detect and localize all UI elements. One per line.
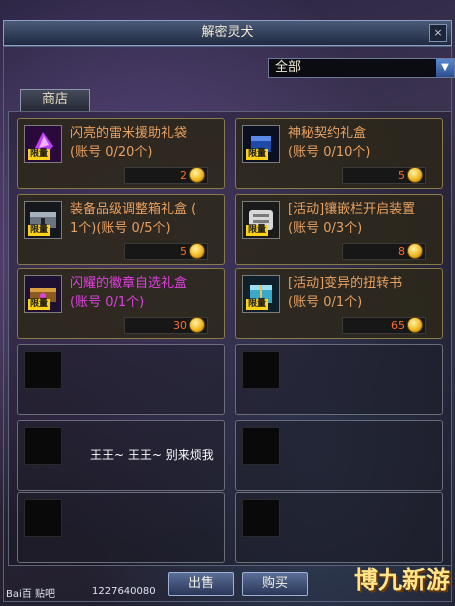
empty-item-slot: [17, 344, 225, 415]
limited-badge: 限量: [246, 149, 269, 160]
item-price: 5: [180, 245, 187, 258]
metal-chest-icon: 限量: [24, 201, 62, 239]
empty-icon-box: [24, 427, 62, 465]
buy-button[interactable]: 购买: [242, 572, 308, 596]
item-name: [活动]镶嵌栏开启装置: [288, 202, 416, 217]
limited-badge: 限量: [246, 225, 269, 236]
limited-badge: 限量: [28, 299, 51, 310]
item-price: 2: [180, 169, 187, 182]
item-limit: (账号 0/1个): [288, 295, 363, 310]
shop-item-slot[interactable]: 限量 装备品级调整箱礼盒 ( 1个)(账号 0/5个) 5: [17, 194, 225, 265]
item-limit: 1个)(账号 0/5个): [70, 221, 171, 236]
gold-coin-icon: [407, 167, 423, 183]
chevron-down-icon[interactable]: ▼: [436, 59, 454, 77]
limited-badge: 限量: [28, 149, 51, 160]
item-name: 闪耀的徽章自选礼盒: [70, 276, 188, 291]
limited-badge: 限量: [246, 299, 269, 310]
empty-icon-box: [24, 351, 62, 389]
gold-coin-icon: [407, 317, 423, 333]
shop-item-slot[interactable]: 限量 [活动]变异的扭转书 (账号 0/1个) 65: [235, 268, 443, 339]
chat-bubble-text: 王王~ 王王~ 别来烦我: [90, 448, 214, 462]
shop-item-slot[interactable]: 限量 闪耀的徽章自选礼盒 (账号 0/1个) 30: [17, 268, 225, 339]
blue-box-icon: 限量: [242, 125, 280, 163]
category-filter-select[interactable]: 全部 ▼: [268, 58, 455, 78]
window-titlebar: 解密灵犬 ×: [3, 20, 452, 46]
empty-item-slot: [17, 492, 225, 563]
item-name: 装备品级调整箱礼盒 (: [70, 202, 197, 217]
baidu-watermark: Bai百 贴吧: [6, 589, 55, 600]
empty-icon-box: [242, 427, 280, 465]
price-bar: 8: [342, 243, 426, 260]
shop-item-slot[interactable]: 限量 [活动]镶嵌栏开启装置 (账号 0/3个) 8: [235, 194, 443, 265]
item-limit: (账号 0/3个): [288, 221, 363, 236]
empty-item-slot: [235, 492, 443, 563]
price-bar: 5: [124, 243, 208, 260]
scroll-device-icon: 限量: [242, 201, 280, 239]
price-bar: 65: [342, 317, 426, 334]
limited-badge: 限量: [28, 225, 51, 236]
empty-icon-box: [242, 499, 280, 537]
purple-gem-icon: 限量: [24, 125, 62, 163]
empty-item-slot: [235, 344, 443, 415]
price-bar: 30: [124, 317, 208, 334]
watermark-id: 1227640080: [92, 586, 156, 597]
item-limit: (账号 0/20个): [70, 145, 153, 160]
twist-book-icon: 限量: [242, 275, 280, 313]
item-price: 5: [398, 169, 405, 182]
item-limit: (账号 0/1个): [70, 295, 145, 310]
shop-item-slot[interactable]: 限量 闪亮的雷米援助礼袋 (账号 0/20个) 2: [17, 118, 225, 189]
shop-item-slot[interactable]: 限量 神秘契约礼盒 (账号 0/10个) 5: [235, 118, 443, 189]
item-limit: (账号 0/10个): [288, 145, 371, 160]
item-price: 30: [173, 319, 187, 332]
sell-button[interactable]: 出售: [168, 572, 234, 596]
empty-item-slot: [235, 420, 443, 491]
tab-shop[interactable]: 商店: [20, 89, 90, 111]
gold-coin-icon: [189, 317, 205, 333]
price-bar: 5: [342, 167, 426, 184]
empty-icon-box: [24, 499, 62, 537]
gold-coin-icon: [189, 243, 205, 259]
item-grid: 限量 闪亮的雷米援助礼袋 (账号 0/20个) 2 限量 神秘契约礼盒 (账号 …: [8, 111, 452, 566]
item-price: 8: [398, 245, 405, 258]
item-price: 65: [391, 319, 405, 332]
empty-icon-box: [242, 351, 280, 389]
badge-chest-icon: 限量: [24, 275, 62, 313]
gold-coin-icon: [407, 243, 423, 259]
gold-coin-icon: [189, 167, 205, 183]
brand-watermark: 博九新游: [354, 566, 450, 594]
tab-shop-label: 商店: [41, 92, 68, 107]
item-name: 闪亮的雷米援助礼袋: [70, 126, 188, 141]
close-icon: ×: [433, 26, 443, 39]
item-name: [活动]变异的扭转书: [288, 276, 403, 291]
window-title: 解密灵犬: [201, 25, 254, 40]
close-button[interactable]: ×: [429, 24, 447, 42]
item-name: 神秘契约礼盒: [288, 126, 367, 141]
price-bar: 2: [124, 167, 208, 184]
category-filter-value: 全部: [275, 60, 302, 75]
